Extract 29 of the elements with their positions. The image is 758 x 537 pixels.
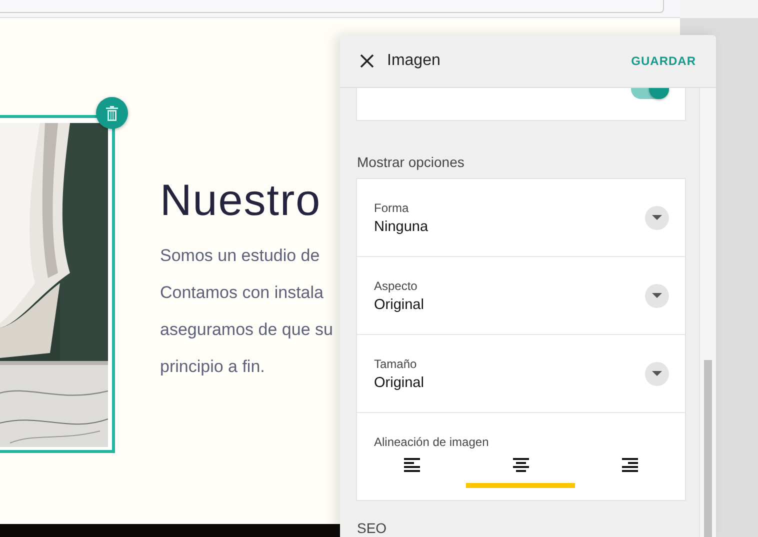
- paragraph-line: Contamos con instala: [160, 282, 324, 304]
- field-label: Tamaño: [374, 356, 418, 370]
- field-value: Ninguna: [374, 218, 430, 234]
- section-heading: Nuestro: [160, 175, 322, 227]
- paragraph-line: Somos un estudio de: [160, 245, 320, 267]
- dropdown-caret-icon: [645, 206, 669, 230]
- section-title: Mostrar opciones: [357, 154, 466, 170]
- align-right-icon: [622, 458, 638, 473]
- panel-title: Imagen: [387, 52, 442, 70]
- close-icon[interactable]: [359, 53, 375, 69]
- field-label: Alineación de imagen: [374, 435, 490, 449]
- section-title: SEO: [357, 520, 387, 536]
- field-value: Original: [374, 374, 425, 390]
- dropdown-field[interactable]: Tamaño Original: [357, 335, 685, 413]
- alignment-tab[interactable]: [466, 455, 575, 488]
- delete-button[interactable]: [96, 97, 128, 129]
- dropdown-caret-icon: [645, 362, 669, 386]
- dropdown-caret-icon: [645, 284, 669, 308]
- align-center-icon: [512, 458, 528, 473]
- field-value: Original: [374, 296, 425, 312]
- paragraph-line: principio a fin.: [160, 356, 265, 378]
- dropdown-field[interactable]: Forma Ninguna: [357, 179, 685, 257]
- dropdown-field[interactable]: Aspecto Original: [357, 257, 685, 335]
- scrollbar[interactable]: [699, 88, 716, 537]
- field-label: Forma: [374, 200, 410, 214]
- paragraph-line: aseguramos de que su: [160, 319, 333, 341]
- trash-icon: [106, 106, 118, 120]
- field-label: Aspecto: [374, 278, 418, 292]
- align-left-icon: [404, 458, 420, 473]
